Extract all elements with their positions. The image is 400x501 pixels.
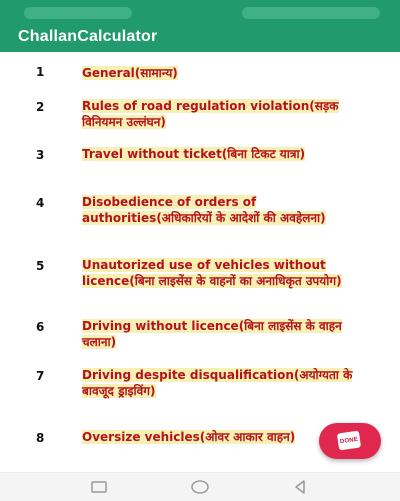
offense-label: Oversize vehicles(ओवर आकार वाहन) [82, 430, 296, 444]
offense-number: 6 [36, 320, 45, 334]
status-indicator-left [24, 7, 132, 19]
offense-label: General(सामान्य) [82, 66, 178, 80]
status-bar [0, 0, 400, 22]
system-nav-bar [0, 472, 400, 501]
offense-number: 7 [36, 369, 45, 383]
offense-number: 5 [36, 259, 45, 273]
offense-label: Travel without ticket(बिना टिकट यात्रा) [82, 147, 306, 161]
home-circle-icon[interactable] [190, 479, 210, 495]
offense-number: 4 [36, 196, 45, 210]
done-badge-text: DONE [339, 436, 359, 445]
offense-list: 1 General(सामान्य) 2 Rules of road regul… [0, 52, 400, 472]
offense-number: 2 [36, 100, 45, 114]
offense-label: Disobedience of orders of authorities(अध… [82, 195, 326, 225]
offense-label: Driving despite disqualification(अयोग्यत… [82, 368, 353, 398]
status-indicator-right [242, 7, 380, 19]
done-stamp-icon: DONE [336, 430, 362, 451]
offense-label: Rules of road regulation violation(सड़क … [82, 99, 339, 129]
back-triangle-icon[interactable] [292, 479, 308, 495]
offense-label: Unautorized use of vehicles without lice… [82, 258, 342, 288]
offense-number: 8 [36, 431, 45, 445]
app-title: ChallanCalculator [18, 28, 158, 45]
app-bar: ChallanCalculator [0, 22, 400, 52]
offense-number: 3 [36, 148, 45, 162]
offense-number: 1 [36, 65, 45, 79]
done-fab-button[interactable]: DONE [319, 423, 381, 459]
offense-label: Driving without licence(बिना लाइसेंस के … [82, 319, 342, 349]
recents-square-icon[interactable] [90, 480, 108, 494]
